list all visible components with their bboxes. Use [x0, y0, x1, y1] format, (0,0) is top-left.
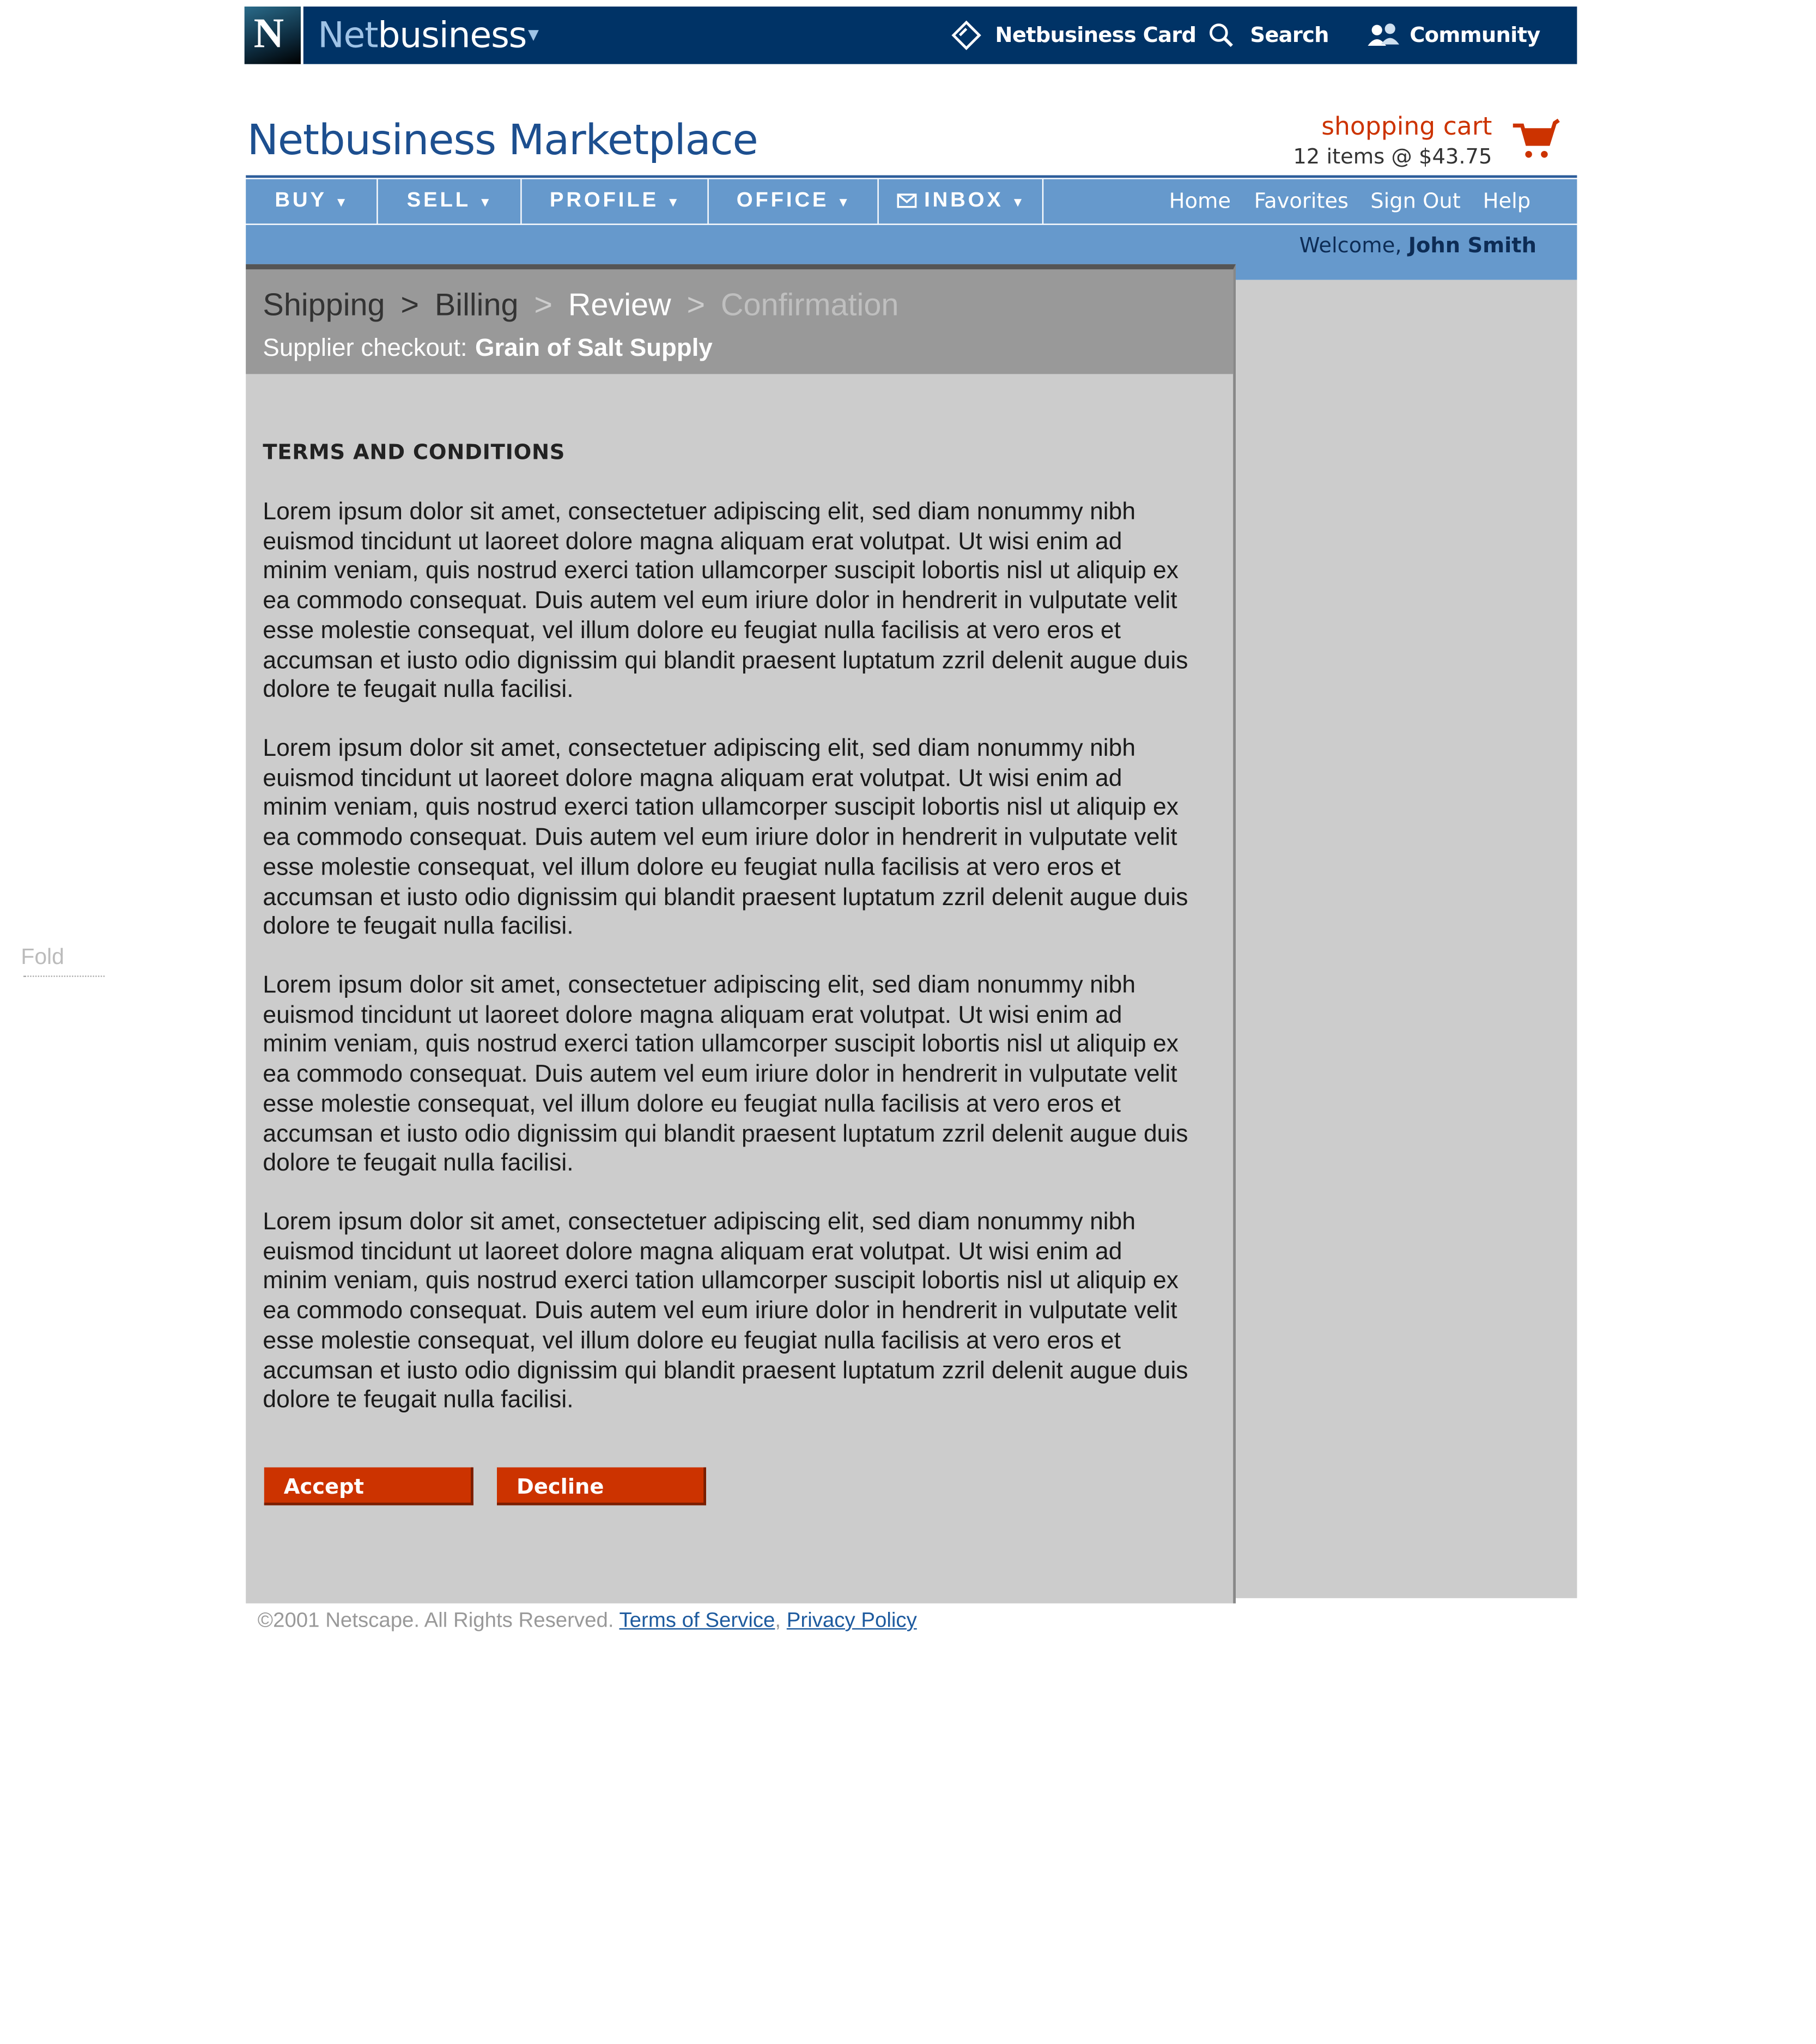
- copyright: ©2001 Netscape. All Rights Reserved.: [257, 1610, 614, 1633]
- tab-buy[interactable]: BUY ▼: [246, 179, 378, 224]
- envelope-icon: [896, 193, 916, 208]
- tab-profile-label: PROFILE: [549, 190, 659, 212]
- community-icon: [1368, 23, 1399, 46]
- terms-paragraph: Lorem ipsum dolor sit amet, consectetuer…: [263, 1207, 1188, 1413]
- card-icon: [951, 20, 981, 50]
- side-panel: [1236, 280, 1577, 1598]
- terms-paragraph: Lorem ipsum dolor sit amet, consectetuer…: [263, 970, 1188, 1176]
- accept-button[interactable]: Accept: [264, 1467, 473, 1506]
- top-bar: N Netbusiness ▼ Netbusiness Card Search: [244, 7, 1577, 64]
- chevron-down-icon: ▼: [478, 196, 492, 211]
- search-link[interactable]: Search: [1210, 22, 1329, 47]
- terms-paragraph: Lorem ipsum dolor sit amet, consectetuer…: [263, 733, 1188, 939]
- welcome-prefix: Welcome,: [1299, 233, 1402, 258]
- search-label: Search: [1250, 22, 1329, 47]
- page-title: Netbusiness Marketplace: [247, 115, 758, 165]
- step-billing[interactable]: Billing: [435, 288, 519, 323]
- cart-summary: 12 items @ $43.75: [1293, 144, 1492, 169]
- favorites-link[interactable]: Favorites: [1254, 179, 1349, 224]
- tab-buy-label: BUY: [275, 190, 327, 212]
- netbusiness-card-label: Netbusiness Card: [995, 22, 1197, 47]
- community-link[interactable]: Community: [1368, 22, 1540, 47]
- chevron-down-icon: ▼: [836, 196, 850, 211]
- main-nav: BUY ▼ SELL ▼ PROFILE ▼ OFFICE ▼ INBOX ▼ Home …: [246, 179, 1577, 224]
- tab-sell[interactable]: SELL ▼: [378, 179, 522, 224]
- step-review: Review: [568, 288, 671, 323]
- tab-profile[interactable]: PROFILE ▼: [522, 179, 709, 224]
- logo-letter: N: [253, 9, 284, 57]
- brand-light: Net: [318, 15, 378, 57]
- chevron-down-icon: ▼: [666, 196, 680, 211]
- main-panel: Shipping > Billing > Review > Confirmation Sup…: [246, 264, 1236, 1604]
- step-confirmation: Confirmation: [720, 288, 899, 323]
- home-link[interactable]: Home: [1169, 179, 1231, 224]
- fold-label: Fold: [21, 944, 64, 969]
- step-separator: >: [534, 288, 552, 323]
- supplier-name: Grain of Salt Supply: [475, 335, 713, 362]
- help-link[interactable]: Help: [1483, 179, 1531, 224]
- sign-out-link[interactable]: Sign Out: [1370, 179, 1461, 224]
- step-separator: >: [687, 288, 706, 323]
- nav-rule: [246, 175, 1577, 178]
- tab-sell-label: SELL: [406, 190, 471, 212]
- checkout-steps: Shipping > Billing > Review > Confirmation: [263, 288, 898, 324]
- fold-line: [23, 975, 105, 977]
- terms-of-service-link[interactable]: Terms of Service: [619, 1610, 775, 1632]
- welcome-message: Welcome, John Smith: [1299, 233, 1536, 258]
- chevron-down-icon: ▼: [1011, 196, 1024, 211]
- footer: ©2001 Netscape. All Rights Reserved. Ter…: [258, 1610, 917, 1633]
- chevron-down-icon: ▼: [335, 196, 348, 211]
- footer-comma: ,: [775, 1610, 781, 1633]
- tab-inbox-label: INBOX: [924, 190, 1004, 212]
- tab-office[interactable]: OFFICE ▼: [709, 179, 879, 224]
- privacy-policy-link[interactable]: Privacy Policy: [787, 1610, 917, 1632]
- shopping-cart-icon[interactable]: [1510, 118, 1560, 162]
- brand-bold: business: [378, 15, 527, 57]
- tab-office-label: OFFICE: [736, 190, 829, 212]
- netbusiness-card-link[interactable]: Netbusiness Card: [951, 20, 1197, 50]
- supplier-checkout: Supplier checkout: Grain of Salt Supply: [263, 335, 712, 363]
- terms-heading: TERMS AND CONDITIONS: [263, 439, 566, 465]
- page: N Netbusiness ▼ Netbusiness Card Search: [0, 0, 1816, 2044]
- terms-paragraph: Lorem ipsum dolor sit amet, consectetuer…: [263, 497, 1188, 703]
- step-shipping[interactable]: Shipping: [263, 288, 385, 323]
- netscape-logo[interactable]: N: [244, 7, 303, 64]
- brand-dropdown[interactable]: Netbusiness: [318, 15, 527, 57]
- checkout-header: Shipping > Billing > Review > Confirmation Sup…: [246, 269, 1234, 374]
- supplier-prefix: Supplier checkout:: [263, 335, 467, 362]
- tab-inbox[interactable]: INBOX ▼: [879, 179, 1044, 224]
- step-separator: >: [400, 288, 420, 323]
- shopping-cart-link[interactable]: shopping cart: [1321, 112, 1492, 141]
- user-name: John Smith: [1408, 233, 1536, 258]
- community-label: Community: [1410, 22, 1540, 47]
- decline-button[interactable]: Decline: [497, 1467, 706, 1506]
- search-icon: [1210, 23, 1233, 47]
- chevron-down-icon[interactable]: ▼: [524, 23, 542, 44]
